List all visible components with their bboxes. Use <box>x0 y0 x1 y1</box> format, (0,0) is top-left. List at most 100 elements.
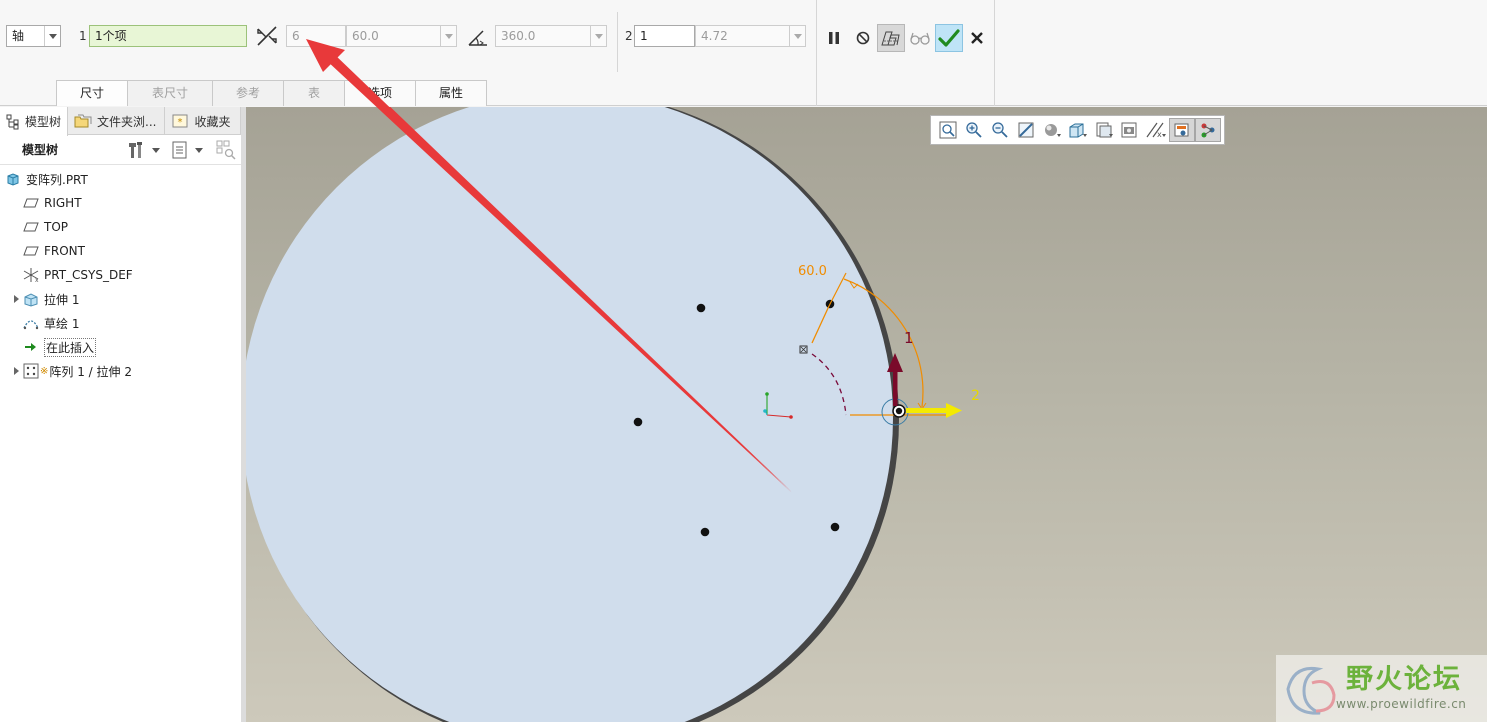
tab-properties[interactable]: 属性 <box>415 80 487 106</box>
verify-mode-button[interactable] <box>906 24 934 52</box>
angle-dimension-value[interactable]: 60.0 <box>798 264 827 279</box>
direction-2-arrow[interactable] <box>906 403 962 418</box>
perspective-button[interactable] <box>1117 118 1143 142</box>
disk-face[interactable] <box>246 107 893 722</box>
tab-favorites[interactable]: * 收藏夹 <box>165 107 241 135</box>
member-angle-field[interactable]: 60.0 <box>346 25 457 47</box>
chevron-down-icon[interactable] <box>590 26 606 46</box>
tree-node-pattern1[interactable]: ※ 阵列 1 / 拉伸 2 <box>0 359 241 383</box>
dir2-count-field[interactable]: 1 <box>634 25 695 47</box>
pattern-icon <box>22 363 40 379</box>
dashboard-tabs: 尺寸 表尺寸 参考 表 选项 属性 <box>56 80 487 106</box>
tree-node-sketch1[interactable]: 草绘 1 <box>0 311 241 335</box>
svg-text:*: * <box>178 117 183 128</box>
direction-2-label: 2 <box>971 388 980 404</box>
chevron-down-icon <box>152 147 160 153</box>
tab-tables[interactable]: 表 <box>283 80 345 106</box>
model-tree-title: 模型树 <box>22 143 59 157</box>
pattern-member-point[interactable] <box>830 522 840 532</box>
tree-node-label: RIGHT <box>44 196 82 210</box>
zoom-out-button[interactable] <box>987 118 1013 142</box>
tab-table-dimensions[interactable]: 表尺寸 <box>127 80 213 106</box>
tab-dimensions[interactable]: 尺寸 <box>56 80 128 106</box>
flip-direction-button[interactable] <box>253 22 281 50</box>
navigator-tabs: 模型树 文件夹浏... * 收藏夹 <box>0 107 241 136</box>
tree-node-label: PRT_CSYS_DEF <box>44 268 133 282</box>
show-menu-button[interactable] <box>171 139 209 161</box>
svg-text:x: x <box>35 277 39 283</box>
chevron-down-icon[interactable] <box>440 26 456 46</box>
repaint-button[interactable] <box>1013 118 1039 142</box>
tab-label: 模型树 <box>25 115 62 129</box>
dir1-label: 1 <box>79 29 87 43</box>
insert-here-icon <box>22 339 40 355</box>
ok-button[interactable] <box>935 24 963 52</box>
favorites-icon: * <box>172 114 188 128</box>
expand-arrow-icon[interactable] <box>10 295 22 303</box>
tab-model-tree[interactable]: 模型树 <box>0 107 69 136</box>
folder-browser-icon <box>74 114 92 128</box>
feature-preview-button[interactable] <box>877 24 905 52</box>
list-view-icon <box>172 141 187 159</box>
tree-node-part[interactable]: 变阵列.PRT <box>0 167 241 191</box>
saved-views-button[interactable] <box>1065 118 1091 142</box>
settings-menu-button[interactable] <box>126 139 166 161</box>
angle-extent-icon <box>468 30 487 46</box>
tree-node-right[interactable]: RIGHT <box>0 191 241 215</box>
tree-node-extrude1[interactable]: 拉伸 1 <box>0 287 241 311</box>
zoom-fit-icon <box>939 121 957 139</box>
tree-node-label: 变阵列.PRT <box>26 172 88 187</box>
graphics-window[interactable]: 60.0 1 2 <box>246 107 1487 722</box>
extrude-icon <box>22 291 40 307</box>
svg-text:x: x <box>1157 130 1162 139</box>
tools-icon <box>129 142 142 158</box>
display-style-button[interactable] <box>1039 118 1065 142</box>
dir1-reference-collector[interactable]: 1个项 <box>89 25 247 47</box>
zoom-in-button[interactable] <box>961 118 987 142</box>
tree-node-csys[interactable]: x PRT_CSYS_DEF <box>0 263 241 287</box>
tree-node-front[interactable]: FRONT <box>0 239 241 263</box>
pattern-type-select[interactable]: 轴 <box>6 25 61 47</box>
tree-node-insert-here[interactable]: 在此插入 <box>0 335 241 359</box>
camera-view-icon <box>1121 122 1137 138</box>
refit-button[interactable] <box>935 118 961 142</box>
csys-icon: x <box>22 267 40 283</box>
tab-references[interactable]: 参考 <box>212 80 284 106</box>
tree-node-label: FRONT <box>44 244 85 258</box>
angular-extent-field[interactable]: 360.0 <box>495 25 607 47</box>
member-count-value: 6 <box>292 29 300 43</box>
datum-display-button[interactable]: x <box>1143 118 1169 142</box>
angular-extent-button[interactable] <box>464 24 492 52</box>
model-viewport[interactable]: 60.0 1 2 <box>246 107 1487 722</box>
zoom-in-icon <box>966 122 982 138</box>
pattern-member-point[interactable] <box>696 303 706 313</box>
dir2-spacing-field[interactable]: 4.72 <box>695 25 806 47</box>
chevron-down-icon[interactable] <box>789 26 805 46</box>
tree-node-label: 阵列 1 / 拉伸 2 <box>49 364 132 379</box>
no-preview-button[interactable] <box>849 24 877 52</box>
tree-node-top[interactable]: TOP <box>0 215 241 239</box>
pattern-member-point[interactable] <box>700 527 710 537</box>
tab-folder-browser[interactable]: 文件夹浏... <box>68 107 166 135</box>
datum-plane-icon <box>22 195 40 211</box>
spin-center-button[interactable] <box>1195 118 1221 142</box>
datum-plane-icon <box>22 243 40 259</box>
view-manager-button[interactable] <box>1091 118 1117 142</box>
tab-options[interactable]: 选项 <box>344 80 416 106</box>
part-icon <box>4 171 22 187</box>
member-count-field[interactable]: 6 <box>286 25 346 47</box>
pattern-dashboard: 轴 1 1个项 6 60.0 360.0 2 1 4.72 尺寸 表尺寸 参考 … <box>0 0 1487 106</box>
filter-tree-button[interactable] <box>216 140 236 163</box>
cancel-button[interactable] <box>963 24 991 52</box>
view-manager-icon <box>1096 122 1113 138</box>
member-angle-value: 60.0 <box>352 29 379 43</box>
navigator-panel: 模型树 文件夹浏... * 收藏夹 模型树 变阵列.PRT RIGHT TOP … <box>0 107 246 722</box>
expand-arrow-icon[interactable] <box>10 367 22 375</box>
forum-watermark: 野火论坛 www.proewildfire.cn <box>1276 655 1487 722</box>
dir1-reference-value: 1个项 <box>95 29 127 43</box>
chevron-down-icon[interactable] <box>44 26 60 46</box>
pause-button[interactable] <box>820 24 848 52</box>
annotation-display-button[interactable] <box>1169 118 1195 142</box>
tab-label: 文件夹浏... <box>97 114 157 129</box>
pattern-member-point[interactable] <box>633 417 643 427</box>
